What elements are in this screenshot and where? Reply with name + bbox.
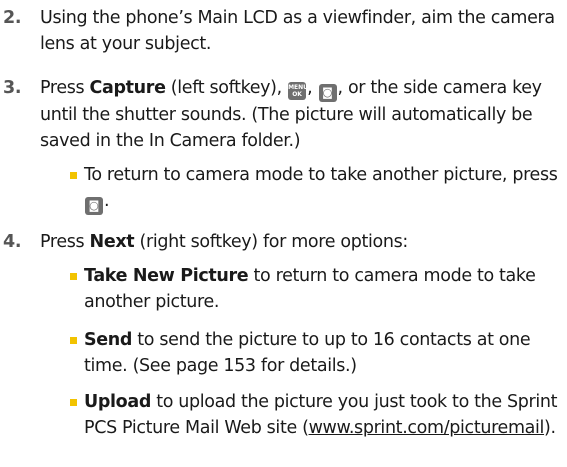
picturemail-link[interactable]: www.sprint.com/picturemail — [309, 418, 545, 438]
step-4: 4. Press Next (right softkey) for more o… — [0, 229, 567, 255]
bullet-return-camera: To return to camera mode to take another… — [0, 162, 567, 215]
step-text: Press Next (right softkey) for more opti… — [40, 232, 408, 252]
bullet-upload: Upload to upload the picture you just to… — [0, 389, 567, 467]
step-3: 3. Press Capture (left softkey), MENU OK,… — [0, 75, 567, 153]
bullet-take-new-picture: Take New Picture to return to camera mod… — [0, 263, 567, 315]
manual-page: 2. Using the phone’s Main LCD as a viewf… — [0, 0, 567, 466]
menu-ok-key-icon: MENU OK — [288, 82, 309, 100]
step-number: 2. — [3, 8, 22, 28]
bullet-marker — [70, 399, 77, 406]
next-softkey-label: Next — [89, 232, 135, 252]
bullet-text: Upload to upload the picture you just to… — [84, 392, 558, 438]
bullet-send: Send to send the picture to up to 16 con… — [0, 327, 567, 379]
bullet-marker — [70, 172, 77, 179]
step-2: 2. Using the phone’s Main LCD as a viewf… — [0, 5, 567, 57]
camera-key-icon: ◙ — [318, 84, 337, 102]
bullet-text: Send to send the picture to up to 16 con… — [84, 330, 531, 376]
step-number: 4. — [3, 232, 22, 252]
capture-softkey-label: Capture — [89, 78, 166, 98]
step-text: Press Capture (left softkey), MENU OK, ◙,… — [40, 78, 542, 151]
bullet-marker — [70, 273, 77, 280]
bullet-text: Take New Picture to return to camera mod… — [84, 266, 536, 312]
camera-key-icon: ◙ — [85, 197, 103, 215]
step-number: 3. — [3, 78, 22, 98]
bullet-text: To return to camera mode to take another… — [84, 162, 561, 215]
step-text: Using the phone’s Main LCD as a viewfind… — [40, 8, 555, 54]
bullet-marker — [70, 337, 77, 344]
